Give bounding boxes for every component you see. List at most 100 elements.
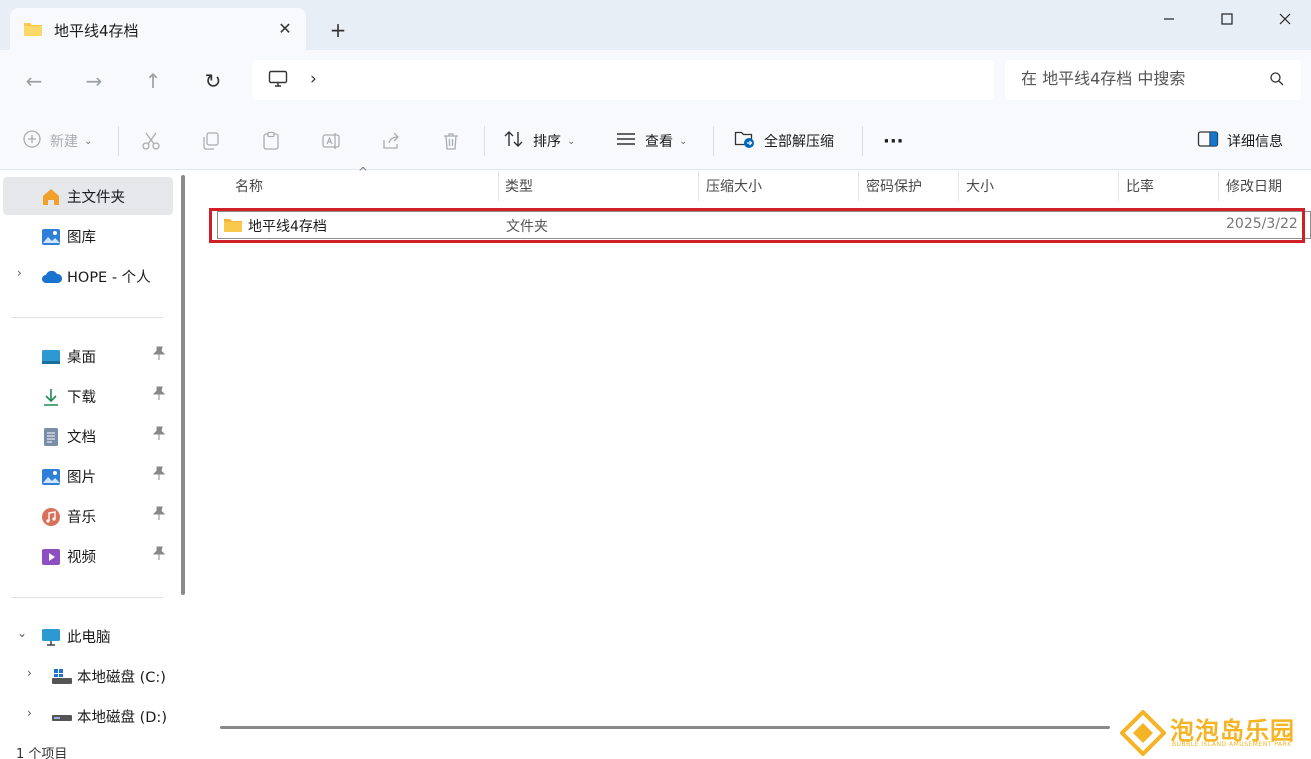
column-divider[interactable] [858, 171, 859, 201]
rename-icon[interactable] [320, 130, 342, 152]
close-button[interactable] [1262, 6, 1308, 32]
column-header-type[interactable]: 类型 [505, 171, 533, 201]
sidebar-item-label: 图片 [67, 470, 96, 486]
plus-circle-icon [22, 129, 42, 153]
breadcrumb-chevron-icon[interactable]: › [310, 69, 317, 89]
column-header-ratio[interactable]: 比率 [1126, 171, 1154, 201]
pin-icon[interactable] [152, 466, 166, 483]
search-icon [1269, 71, 1285, 91]
address-field[interactable]: › [252, 60, 994, 100]
watermark-subtitle: BUBBLE ISLAND AMUSEMENT PARK [1172, 741, 1292, 748]
command-bar: 新建 ⌄ 排序 ⌄ 查看 ⌄ 全部解压缩 ··· 详细信息 [0, 110, 1311, 170]
horizontal-scrollbar[interactable] [220, 726, 1110, 729]
pictures-icon [41, 467, 61, 487]
sort-label: 排序 [533, 134, 561, 150]
this-pc-icon [41, 627, 61, 647]
sidebar-item-home[interactable]: 主文件夹 [3, 177, 173, 215]
navigation-pane: 主文件夹 图库 › HOPE - 个人 桌面 下载 文档 图片 音乐 视频 ⌄ … [0, 171, 178, 741]
desktop-icon [41, 347, 61, 367]
sort-ascending-icon: ^ [358, 165, 369, 179]
column-divider[interactable] [498, 171, 499, 201]
address-bar-row: ← → ↑ ↻ › [0, 50, 1311, 110]
new-tab-button[interactable]: + [326, 18, 350, 42]
sidebar-item-label: 图库 [67, 230, 96, 246]
maximize-button[interactable] [1204, 6, 1250, 32]
tab-current[interactable]: 地平线4存档 ✕ [10, 8, 306, 50]
sidebar-item-label: 本地磁盘 (C:) [77, 670, 166, 686]
sidebar-item-this-pc[interactable]: ⌄ 此电脑 [3, 617, 173, 655]
column-header-modified[interactable]: 修改日期 [1226, 171, 1282, 201]
column-divider[interactable] [958, 171, 959, 201]
details-pane-icon [1197, 130, 1219, 152]
gallery-icon [41, 227, 61, 247]
pin-icon[interactable] [152, 386, 166, 403]
collapse-chevron-icon[interactable]: ⌄ [17, 626, 27, 640]
expand-chevron-icon[interactable]: › [17, 266, 22, 280]
watermark-diamond-icon [1120, 710, 1166, 756]
view-button[interactable]: 查看 ⌄ [615, 128, 687, 154]
sidebar-scrollbar[interactable] [181, 175, 185, 595]
video-icon [41, 547, 61, 567]
column-header-password[interactable]: 密码保护 [866, 171, 922, 201]
drive-c-icon [51, 667, 72, 687]
sidebar-divider [12, 597, 163, 598]
more-options-button[interactable]: ··· [883, 128, 904, 154]
chevron-down-icon: ⌄ [567, 135, 576, 147]
toolbar-divider [484, 126, 485, 156]
toolbar-divider [118, 126, 119, 156]
sidebar-item-desktop[interactable]: 桌面 [3, 337, 173, 375]
refresh-button[interactable]: ↻ [200, 68, 226, 94]
share-icon[interactable] [380, 130, 402, 152]
expand-chevron-icon[interactable]: › [27, 666, 32, 680]
tab-close-button[interactable]: ✕ [274, 17, 296, 39]
sidebar-item-music[interactable]: 音乐 [3, 497, 173, 535]
pin-icon[interactable] [152, 506, 166, 523]
expand-chevron-icon[interactable]: › [27, 706, 32, 720]
up-button[interactable]: ↑ [140, 68, 166, 94]
title-bar: 地平线4存档 ✕ + [0, 0, 1311, 50]
folder-icon [23, 21, 43, 41]
copy-icon[interactable] [200, 130, 222, 152]
sidebar-item-onedrive[interactable]: › HOPE - 个人 [3, 257, 173, 295]
column-divider[interactable] [1118, 171, 1119, 201]
search-box[interactable] [1005, 60, 1301, 100]
column-divider[interactable] [698, 171, 699, 201]
column-header-compressed-size[interactable]: 压缩大小 [706, 171, 762, 201]
sidebar-item-videos[interactable]: 视频 [3, 537, 173, 575]
sidebar-item-label: 文档 [67, 430, 96, 446]
sidebar-item-pictures[interactable]: 图片 [3, 457, 173, 495]
chevron-down-icon: ⌄ [679, 135, 688, 147]
column-header-name[interactable]: 名称 [235, 171, 263, 201]
pin-icon[interactable] [152, 546, 166, 563]
sidebar-item-gallery[interactable]: 图库 [3, 217, 173, 255]
pin-icon[interactable] [152, 346, 166, 363]
extract-all-button[interactable]: 全部解压缩 [734, 128, 834, 154]
sidebar-item-documents[interactable]: 文档 [3, 417, 173, 455]
details-label: 详细信息 [1227, 134, 1283, 150]
forward-button[interactable]: → [81, 68, 107, 94]
drive-d-icon [51, 707, 72, 727]
sidebar-item-drive-d[interactable]: › 本地磁盘 (D:) [3, 697, 173, 735]
search-input[interactable] [1021, 69, 1261, 88]
pin-icon[interactable] [152, 426, 166, 443]
toolbar-divider [862, 126, 863, 156]
view-label: 查看 [645, 134, 673, 150]
column-divider[interactable] [1218, 171, 1219, 201]
extract-folder-icon [734, 129, 756, 153]
sidebar-item-downloads[interactable]: 下载 [3, 377, 173, 415]
sort-button[interactable]: 排序 ⌄ [503, 128, 575, 154]
column-header-size[interactable]: 大小 [966, 171, 994, 201]
sidebar-item-label: 下载 [67, 390, 96, 406]
computer-icon [268, 70, 288, 92]
minimize-button[interactable] [1146, 6, 1192, 32]
paste-icon[interactable] [260, 130, 282, 152]
sidebar-divider [12, 317, 163, 318]
details-pane-button[interactable]: 详细信息 [1197, 128, 1283, 154]
back-button[interactable]: ← [21, 68, 47, 94]
sidebar-item-drive-c[interactable]: › 本地磁盘 (C:) [3, 657, 173, 695]
cut-icon[interactable] [140, 130, 162, 152]
music-icon [41, 507, 61, 527]
delete-icon[interactable] [440, 130, 462, 152]
new-button[interactable]: 新建 ⌄ [22, 128, 92, 154]
sort-icon [503, 129, 525, 153]
